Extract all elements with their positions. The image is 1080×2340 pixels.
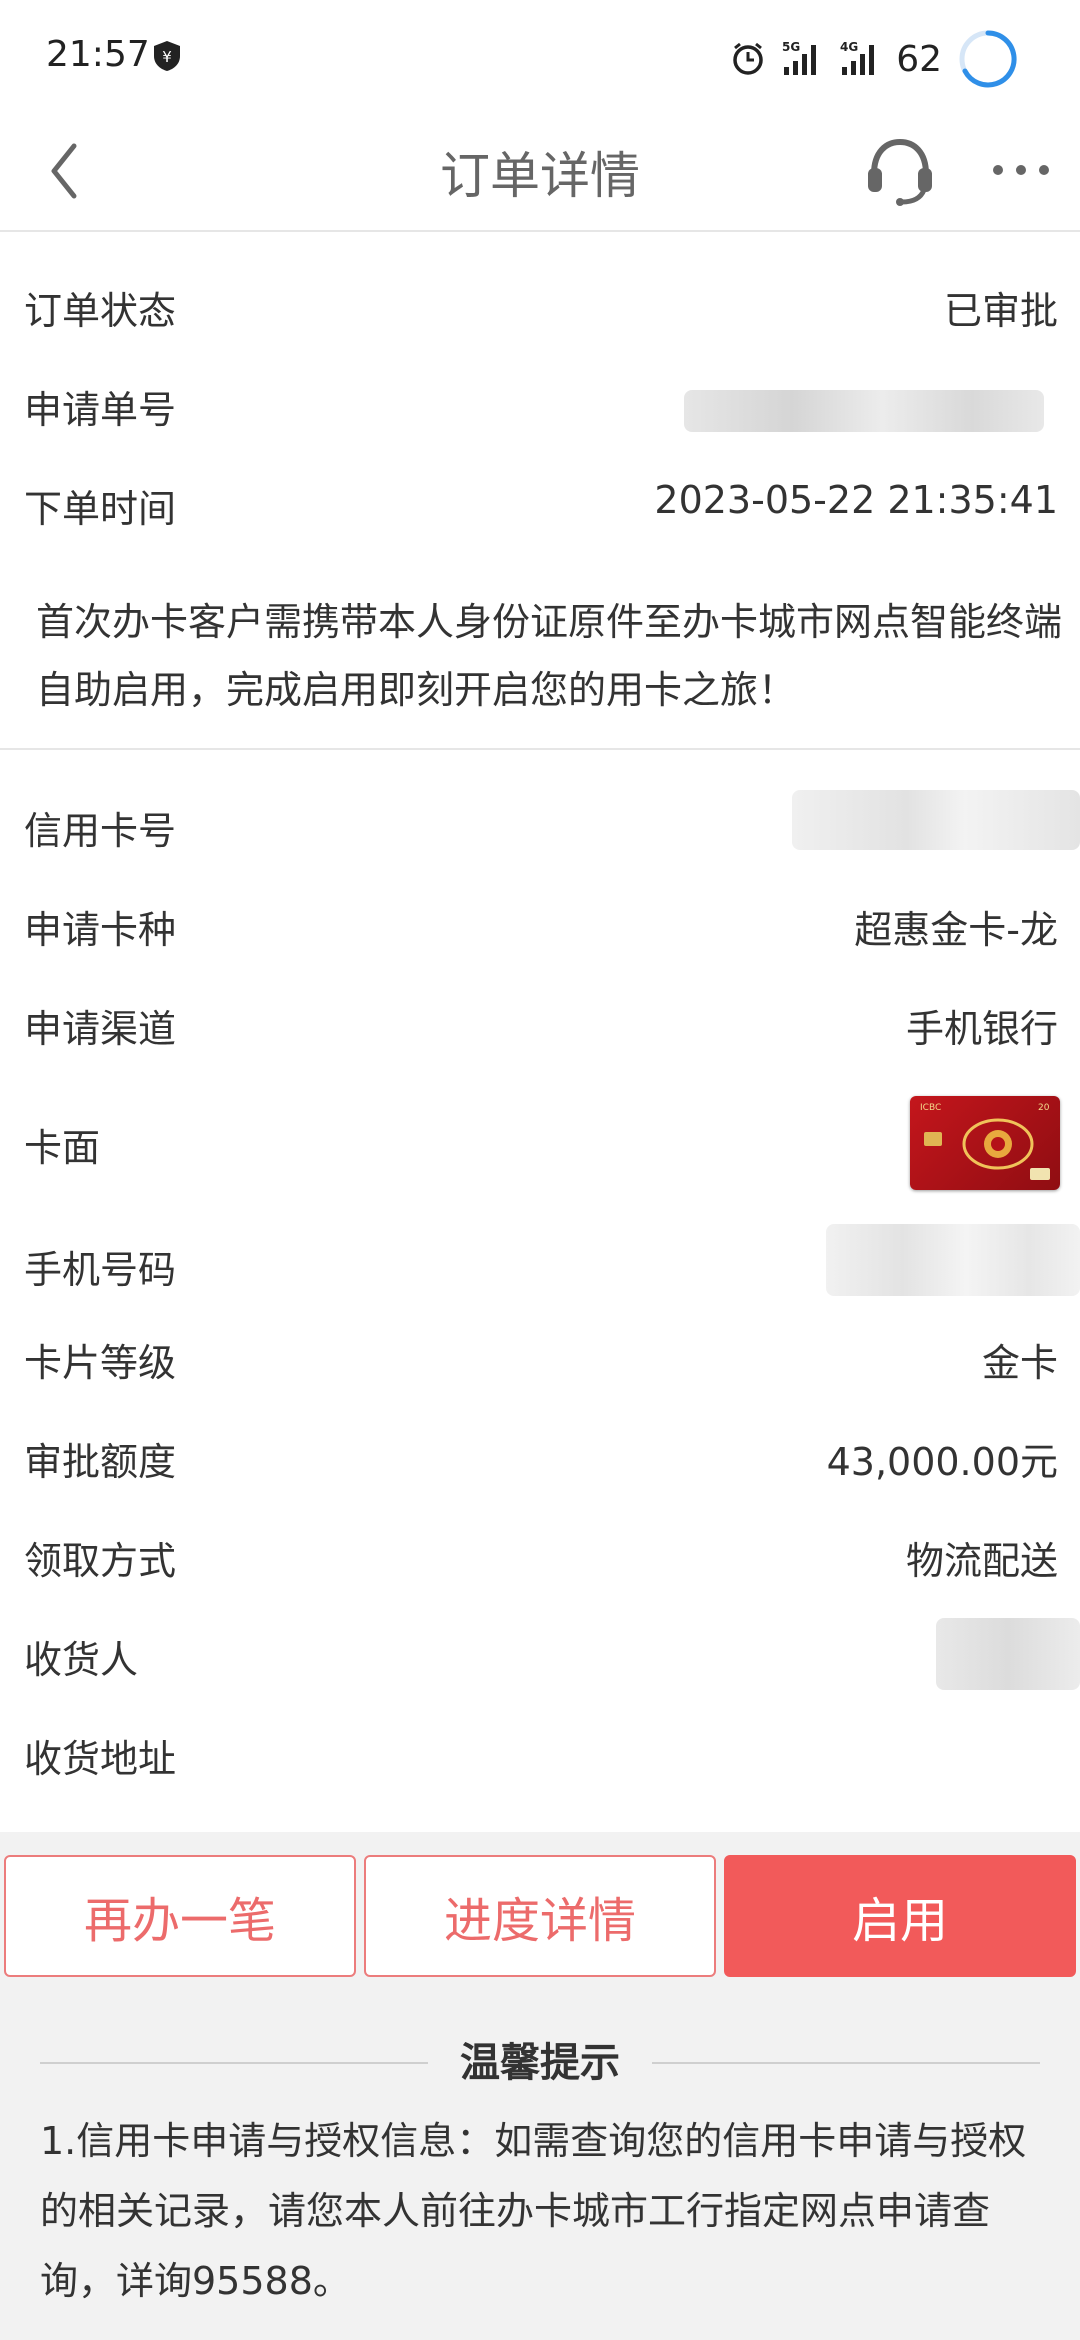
row-credit-limit: 审批额度 43,000.00元 bbox=[0, 1409, 1080, 1507]
row-receiver: 收货人 bbox=[0, 1607, 1080, 1705]
alarm-icon bbox=[733, 42, 763, 75]
delivery-label: 领取方式 bbox=[24, 1539, 177, 1583]
tips-title: 温馨提示 bbox=[460, 2040, 620, 2086]
row-order-time: 下单时间 2023-05-22 21:35:41 bbox=[0, 456, 1080, 554]
signal-4g-icon: 4G bbox=[840, 40, 875, 75]
card-level-label: 卡片等级 bbox=[24, 1341, 177, 1385]
credit-limit-value: 43,000.00元 bbox=[826, 1440, 1058, 1484]
headset-icon[interactable] bbox=[862, 132, 938, 208]
card-chip bbox=[924, 1132, 942, 1146]
nav-bar: 订单详情 bbox=[0, 120, 1080, 232]
card-face-art: ICBC 20 bbox=[920, 1103, 1050, 1180]
card-type-value: 超惠金卡-龙 bbox=[854, 908, 1058, 952]
shield-icon: ¥ bbox=[154, 41, 180, 71]
card-badge: 20 bbox=[1038, 1103, 1050, 1113]
phone-redacted bbox=[826, 1224, 1080, 1296]
credit-limit-label: 审批额度 bbox=[24, 1440, 177, 1484]
signal-5g-icon: 5G bbox=[782, 40, 817, 75]
card-face-image: ICBC 20 bbox=[910, 1096, 1060, 1190]
order-time-value: 2023-05-22 21:35:41 bbox=[654, 478, 1058, 522]
receiver-redacted bbox=[936, 1618, 1080, 1690]
order-status-label: 订单状态 bbox=[24, 289, 177, 333]
battery-level: 62 bbox=[896, 38, 942, 80]
network-4g-label: 4G bbox=[840, 40, 858, 54]
divider bbox=[0, 748, 1080, 750]
channel-value: 手机银行 bbox=[905, 1007, 1058, 1051]
address-label: 收货地址 bbox=[24, 1737, 177, 1781]
activation-notice: 首次办卡客户需携带本人身份证原件至办卡城市网点智能终端自助启用，完成启用即刻开启… bbox=[36, 600, 1063, 712]
card-no-label: 信用卡号 bbox=[24, 809, 177, 853]
delivery-value: 物流配送 bbox=[905, 1539, 1058, 1583]
tips-text: 1.信用卡申请与授权信息：如需查询您的信用卡申请与授权的相关记录，请您本人前往办… bbox=[40, 2119, 1027, 2303]
status-bar: 21:57 ¥ 5G 4G 62 bbox=[0, 0, 1080, 120]
phone-label: 手机号码 bbox=[24, 1248, 177, 1292]
row-channel: 申请渠道 手机银行 bbox=[0, 976, 1080, 1074]
card-level-value: 金卡 bbox=[981, 1341, 1058, 1385]
row-address: 收货地址 bbox=[0, 1706, 1080, 1804]
svg-text:¥: ¥ bbox=[162, 48, 172, 66]
row-order-status: 订单状态 已审批 bbox=[0, 258, 1080, 356]
loading-ring-icon bbox=[959, 30, 1017, 88]
row-delivery: 领取方式 物流配送 bbox=[0, 1508, 1080, 1606]
receiver-label: 收货人 bbox=[24, 1638, 139, 1682]
application-no-redacted bbox=[684, 390, 1044, 432]
application-no-label: 申请单号 bbox=[24, 388, 177, 432]
card-face-label: 卡面 bbox=[24, 1126, 101, 1170]
activate-button[interactable]: 启用 bbox=[724, 1855, 1076, 1977]
row-card-level: 卡片等级 金卡 bbox=[0, 1310, 1080, 1408]
more-icon[interactable] bbox=[990, 150, 1052, 190]
order-status-value: 已审批 bbox=[943, 289, 1058, 333]
card-no-redacted bbox=[792, 790, 1080, 850]
row-card-type: 申请卡种 超惠金卡-龙 bbox=[0, 877, 1080, 975]
divider bbox=[0, 230, 1080, 232]
card-brand: ICBC bbox=[920, 1103, 941, 1113]
reapply-button[interactable]: 再办一笔 bbox=[4, 1855, 356, 1977]
channel-label: 申请渠道 bbox=[24, 1007, 177, 1051]
status-icons: 5G 4G 62 bbox=[730, 24, 1020, 94]
progress-details-button[interactable]: 进度详情 bbox=[364, 1855, 716, 1977]
network-5g-label: 5G bbox=[782, 40, 800, 54]
status-time: 21:57 bbox=[46, 34, 150, 75]
card-type-label: 申请卡种 bbox=[24, 908, 177, 952]
order-time-label: 下单时间 bbox=[24, 487, 177, 531]
